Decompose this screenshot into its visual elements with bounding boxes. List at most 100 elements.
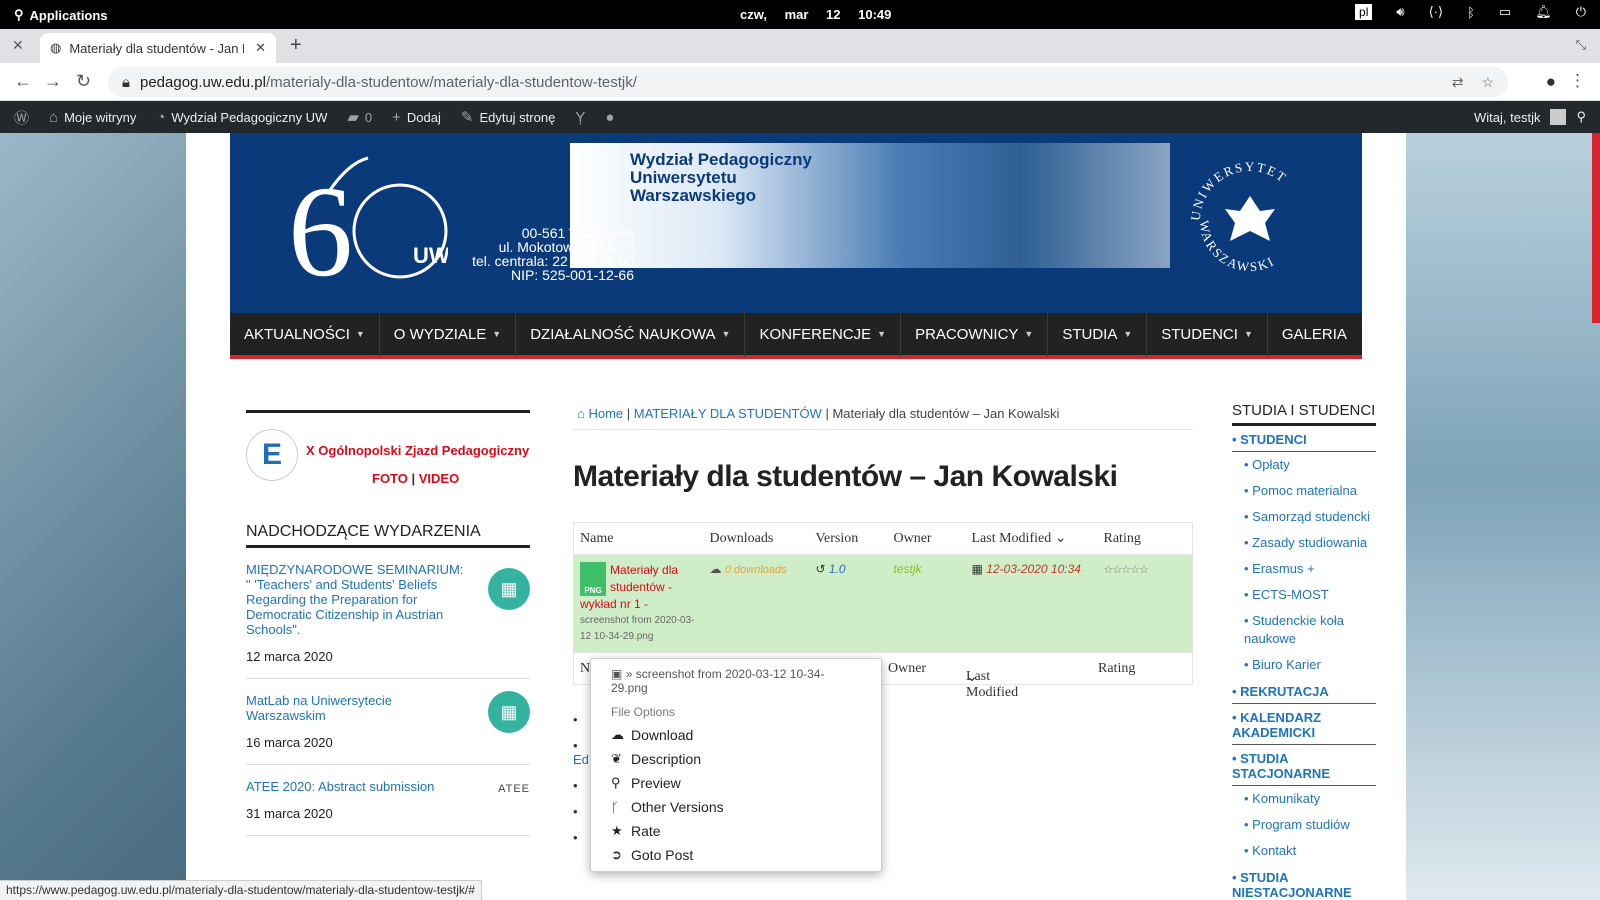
comments-link[interactable]: ▰ 0 (347, 108, 372, 126)
wordpress-logo-icon[interactable]: Ⓦ (14, 107, 29, 128)
other-versions-button[interactable]: ᚴ Other Versions (591, 795, 881, 819)
site-name-link[interactable]: ◔ Wydział Pedagogiczny UW (156, 109, 327, 126)
my-sites-link[interactable]: ⌂ Moje witryny (49, 109, 136, 126)
branch-icon: ᚴ (611, 799, 619, 815)
sidebar-item-kalendarz[interactable]: KALENDARZ AKADEMICKI (1232, 704, 1376, 745)
zjazd-logo[interactable]: E (246, 429, 298, 481)
caret-down-icon: ▼ (721, 329, 731, 339)
clock[interactable]: czw, mar 12 10:49 (740, 7, 891, 22)
menu-dzialalnosc-naukowa[interactable]: DZIAŁALNOŚĆ NAUKOWA ▼ (516, 311, 746, 357)
sidebar-item-studenci[interactable]: STUDENCI (1232, 426, 1376, 452)
scrollbar[interactable] (1592, 133, 1600, 323)
caret-down-icon: ▼ (1243, 329, 1253, 339)
event-title[interactable]: MIĘDZYNARODOWE SEMINARIUM: " 'Teachers' … (246, 562, 468, 637)
back-button[interactable]: ← (14, 71, 32, 92)
add-new-link[interactable]: + Dodaj (392, 109, 441, 126)
menu-pracownicy[interactable]: PRACOWNICY ▼ (901, 311, 1049, 357)
power-icon[interactable]: ⏻ (1576, 4, 1586, 20)
sidebar-item-rekrutacja[interactable]: REKRUTACJA (1232, 678, 1376, 704)
file-name-link[interactable]: PNG Materiały dla studentów - wykład nr 1… (580, 562, 698, 613)
keyboard-layout[interactable]: pl (1355, 4, 1373, 20)
sidebar-subitem[interactable]: Kontakt (1232, 838, 1376, 864)
event-title[interactable]: ATEE 2020: Abstract submission (246, 779, 468, 794)
volume-icon[interactable]: 🔊︎ (1396, 4, 1404, 20)
col-last-modified[interactable]: Last Modified ⌄ (965, 522, 1098, 555)
address-bar[interactable]: 🔒︎ pedagog.uw.edu.pl /materialy-dla-stud… (108, 67, 1508, 97)
anniversary-60-logo[interactable]: 6 UW (288, 153, 450, 304)
sidebar-subitem[interactable]: Zasady studiowania (1232, 530, 1376, 556)
sidebar-subitem[interactable]: Erasmus + (1232, 556, 1376, 582)
col-downloads[interactable]: Downloads (703, 522, 810, 555)
event-title[interactable]: MatLab na Uniwersytecie Warszawskim (246, 693, 468, 723)
bookmark-star-icon[interactable]: ☆ (1481, 74, 1494, 91)
university-seal-logo[interactable]: UNIWERSYTET WARSZAWSKI (1188, 151, 1310, 275)
forward-button[interactable]: → (44, 71, 62, 92)
calendar-icon[interactable]: ▦ (488, 568, 530, 610)
sidebar-subitem[interactable]: Samorząd studencki (1232, 504, 1376, 530)
restore-window-icon[interactable]: ⤡ (1576, 37, 1586, 53)
zjazd-title[interactable]: X Ogólnopolski Zjazd Pedagogiczny (306, 443, 529, 458)
rating-stars[interactable]: ☆☆☆☆☆ (1104, 564, 1149, 576)
sidebar-subitem[interactable]: ECTS-MOST (1232, 582, 1376, 608)
rate-button[interactable]: ★ Rate (591, 819, 881, 843)
search-icon[interactable]: ⚲ (1576, 109, 1586, 125)
breadcrumb-parent[interactable]: MATERIAŁY DLA STUDENTÓW (634, 406, 822, 421)
bluetooth-icon[interactable]: ᛒ (1467, 5, 1475, 20)
sidebar-subitem[interactable]: Program studiów (1232, 812, 1376, 838)
edit-page-link[interactable]: ✎ Edytuj stronę (461, 108, 555, 126)
network-icon[interactable]: ⟨·⟩ (1429, 4, 1443, 20)
close-icon[interactable]: ✕ (12, 37, 24, 54)
atee-logo[interactable]: ATEE (498, 783, 530, 795)
faculty-banner: Wydział Pedagogiczny Uniwersytetu Warsza… (570, 143, 1170, 268)
translate-icon[interactable]: ⇄ (1452, 74, 1464, 91)
menu-konferencje[interactable]: KONFERENCJE ▼ (745, 311, 902, 357)
menu-studia[interactable]: STUDIA ▼ (1048, 311, 1148, 357)
version: 1.0 (828, 562, 846, 576)
new-tab-button[interactable]: + (290, 34, 302, 57)
foto-link[interactable]: FOTO (372, 471, 408, 486)
svg-text:UW: UW (413, 243, 448, 268)
browser-menu-icon[interactable]: ⋮ (1569, 71, 1586, 91)
event-date: 16 marca 2020 (246, 735, 333, 750)
sidebar-subitem[interactable]: Komunikaty (1232, 786, 1376, 812)
search-icon: ⚲ (14, 7, 24, 22)
video-link[interactable]: VIDEO (419, 471, 459, 486)
breadcrumb-home[interactable]: ⌂ Home (577, 406, 623, 421)
tab-close-icon[interactable]: ✕ (255, 40, 266, 56)
right-sidebar: STUDIA I STUDENCI STUDENCI Opłaty Pomoc … (1232, 402, 1376, 900)
menu-o-wydziale[interactable]: O WYDZIALE ▼ (380, 311, 517, 357)
event-item: MIĘDZYNARODOWE SEMINARIUM: " 'Teachers' … (246, 548, 530, 679)
sidebar-subitem[interactable]: Biuro Karier (1232, 652, 1376, 678)
battery-icon[interactable]: ▭ (1499, 4, 1511, 20)
description-button[interactable]: ❦ Description (591, 747, 881, 771)
browser-tab[interactable]: ◍ Materiały dla studentów - Jan Kowalski… (40, 33, 276, 63)
menu-galeria[interactable]: GALERIA (1268, 311, 1361, 357)
sidebar-subitem[interactable]: Opłaty (1232, 452, 1376, 478)
menu-aktualnosci[interactable]: AKTUALNOŚCI ▼ (230, 311, 380, 357)
comment-icon: ▰ (347, 109, 359, 126)
col-rating[interactable]: Rating (1097, 522, 1193, 555)
greeting[interactable]: Witaj, testjk (1474, 110, 1540, 125)
main-content: ⌂ Home | MATERIAŁY DLA STUDENTÓW | Mater… (573, 400, 1193, 700)
col-owner[interactable]: Owner (887, 522, 966, 555)
sidebar-item-stacjonarne[interactable]: STUDIA STACJONARNE (1232, 745, 1376, 786)
sidebar-item-niestacjonarne[interactable]: STUDIA NIESTACJONARNE (1232, 864, 1376, 900)
col-name[interactable]: Name (573, 522, 704, 555)
preview-button[interactable]: ⚲ Preview (591, 771, 881, 795)
download-button[interactable]: ☁ Download (591, 723, 881, 747)
col-version[interactable]: Version (809, 522, 888, 555)
profile-icon[interactable]: ● (1546, 72, 1556, 92)
yoast-icon[interactable]: Ỵ (575, 109, 585, 126)
sidebar-subitem[interactable]: Studenckie koła naukowe (1232, 608, 1376, 652)
reload-button[interactable]: ↻ (76, 71, 91, 92)
goto-post-button[interactable]: ➲ Goto Post (591, 843, 881, 867)
menu-studenci[interactable]: STUDENCI ▼ (1147, 311, 1268, 357)
applications-menu[interactable]: ⚲ Applications (14, 7, 108, 23)
avatar[interactable] (1550, 109, 1567, 125)
url-host: pedagog.uw.edu.pl (139, 73, 266, 91)
sidebar-subitem[interactable]: Pomoc materialna (1232, 478, 1376, 504)
caret-down-icon: ▼ (355, 329, 365, 339)
notification-icon[interactable]: 🔔︎ (1535, 4, 1552, 20)
calendar-icon[interactable]: ▦ (488, 691, 530, 733)
files-table: Name Downloads Version Owner Last Modifi… (573, 522, 1193, 653)
